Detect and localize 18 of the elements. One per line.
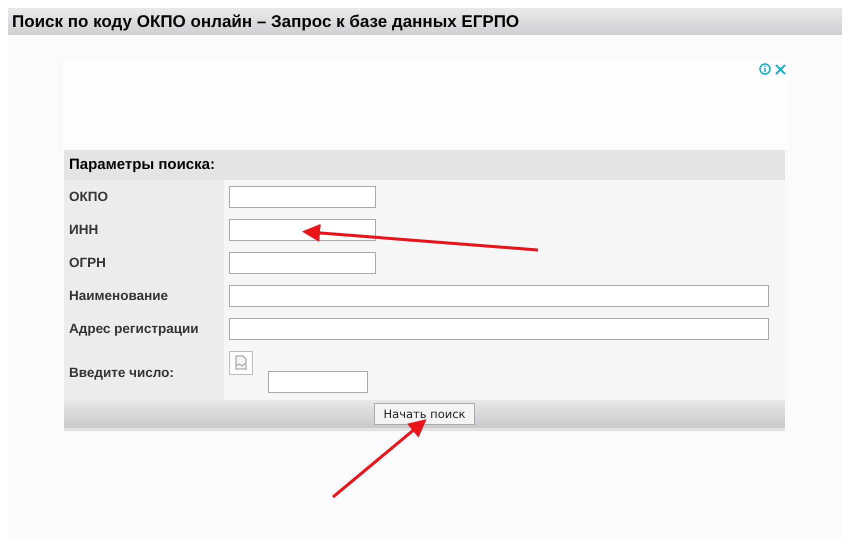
form-header: Параметры поиска:	[64, 150, 785, 180]
page-title: Поиск по коду ОКПО онлайн – Запрос к базе данных ЕГРПО	[8, 8, 842, 35]
field-label: ИНН	[69, 222, 98, 237]
field-label: ОКПО	[69, 189, 108, 204]
broken-image-icon	[229, 351, 253, 375]
input-field[interactable]	[229, 186, 376, 208]
field-label: Наименование	[69, 288, 168, 303]
close-icon[interactable]	[775, 64, 786, 74]
input-field[interactable]	[229, 284, 769, 306]
field-label: ОГРН	[69, 255, 106, 270]
field-label: Адрес регистрации	[69, 321, 199, 336]
input-field[interactable]	[229, 318, 769, 340]
search-button[interactable]: Начать поиск	[374, 403, 476, 425]
info-icon[interactable]	[759, 63, 771, 75]
field-label: Введите число:	[69, 365, 174, 380]
input-field[interactable]	[229, 252, 376, 274]
input-field[interactable]	[229, 218, 376, 240]
input-field[interactable]	[268, 371, 368, 393]
